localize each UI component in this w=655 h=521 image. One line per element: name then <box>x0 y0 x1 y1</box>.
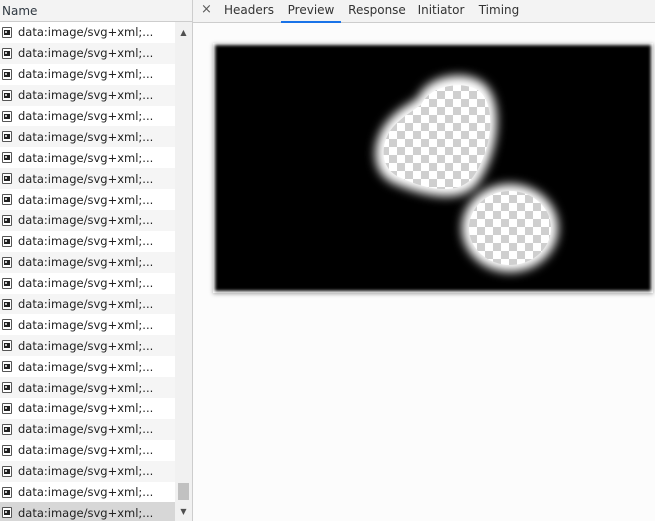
request-row-label: data:image/svg+xml;... <box>18 359 154 374</box>
request-row-label: data:image/svg+xml;... <box>18 276 154 291</box>
preview-area <box>193 23 655 521</box>
request-row[interactable]: data:image/svg+xml;... <box>0 231 175 252</box>
request-row-label: data:image/svg+xml;... <box>18 46 154 61</box>
request-row[interactable]: data:image/svg+xml;... <box>0 418 175 440</box>
image-file-icon <box>2 89 12 101</box>
request-row[interactable]: data:image/svg+xml;... <box>0 460 175 482</box>
request-row-label: data:image/svg+xml;... <box>18 297 154 312</box>
image-file-icon <box>2 26 12 38</box>
request-row[interactable]: data:image/svg+xml;... <box>0 293 175 315</box>
request-row[interactable]: data:image/svg+xml;... <box>0 251 175 273</box>
request-row-label: data:image/svg+xml;... <box>18 317 154 332</box>
request-row[interactable]: data:image/svg+xml;... <box>0 210 175 231</box>
request-row-label: data:image/svg+xml;... <box>18 401 154 416</box>
tab-response[interactable]: Response <box>345 0 409 23</box>
image-file-icon <box>2 256 12 268</box>
tab-preview[interactable]: Preview <box>281 0 341 23</box>
request-row-label: data:image/svg+xml;... <box>18 129 154 144</box>
request-row-label: data:image/svg+xml;... <box>18 88 154 103</box>
request-row[interactable]: data:image/svg+xml;... <box>0 314 175 335</box>
request-row[interactable]: data:image/svg+xml;... <box>0 356 175 377</box>
image-file-icon <box>2 382 12 394</box>
request-row[interactable]: data:image/svg+xml;... <box>0 147 175 168</box>
request-row[interactable]: data:image/svg+xml;... <box>0 189 175 210</box>
request-row-label: data:image/svg+xml;... <box>18 255 154 270</box>
request-row-label: data:image/svg+xml;... <box>18 464 154 479</box>
request-row-label: data:image/svg+xml;... <box>18 422 154 437</box>
image-file-icon <box>2 131 12 143</box>
image-file-icon <box>2 214 12 226</box>
image-file-icon <box>2 340 12 352</box>
name-column-header[interactable]: Name <box>0 0 192 22</box>
request-row-label: data:image/svg+xml;... <box>18 485 154 500</box>
image-file-icon <box>2 444 12 456</box>
image-file-icon <box>2 465 12 477</box>
image-file-icon <box>2 152 12 164</box>
request-row-label: data:image/svg+xml;... <box>18 109 154 123</box>
scroll-up-arrow-icon[interactable]: ▲ <box>175 26 192 40</box>
image-file-icon <box>2 47 12 59</box>
image-file-icon <box>2 423 12 435</box>
image-file-icon <box>2 68 12 80</box>
details-pane: × Headers Preview Response Initiator Tim… <box>193 0 655 521</box>
request-row[interactable]: data:image/svg+xml;... <box>0 168 175 190</box>
tab-initiator[interactable]: Initiator <box>415 0 467 23</box>
image-file-icon <box>2 173 12 185</box>
request-row[interactable]: data:image/svg+xml;... <box>0 398 175 419</box>
request-row[interactable]: data:image/svg+xml;... <box>0 106 175 127</box>
request-row-label: data:image/svg+xml;... <box>18 213 154 228</box>
image-preview <box>213 43 653 293</box>
request-row-label: data:image/svg+xml;... <box>18 338 154 353</box>
image-file-icon <box>2 298 12 310</box>
image-file-icon <box>2 402 12 414</box>
request-row[interactable]: data:image/svg+xml;... <box>0 64 175 85</box>
request-row-label: data:image/svg+xml;... <box>18 380 154 395</box>
request-row-label: data:image/svg+xml;... <box>18 443 154 458</box>
details-tabbar: × Headers Preview Response Initiator Tim… <box>193 0 655 23</box>
request-row-label: data:image/svg+xml;... <box>18 171 154 186</box>
request-row[interactable]: data:image/svg+xml;... <box>0 377 175 399</box>
request-row-label: data:image/svg+xml;... <box>18 192 154 207</box>
request-row[interactable]: data:image/svg+xml;... <box>0 482 175 503</box>
image-file-icon <box>2 486 12 498</box>
request-row[interactable]: data:image/svg+xml;... <box>0 42 175 64</box>
image-file-icon <box>2 319 12 331</box>
close-icon[interactable]: × <box>201 2 212 18</box>
scroll-down-arrow-icon[interactable]: ▼ <box>175 505 192 519</box>
image-file-icon <box>2 277 12 289</box>
tab-headers[interactable]: Headers <box>223 0 275 23</box>
image-preview-canvas <box>215 45 651 291</box>
request-row[interactable]: data:image/svg+xml;... <box>0 84 175 106</box>
image-file-icon <box>2 194 12 206</box>
request-row[interactable]: data:image/svg+xml;... <box>0 440 175 461</box>
request-row-label: data:image/svg+xml;... <box>18 150 154 165</box>
request-row-label: data:image/svg+xml;... <box>18 505 154 520</box>
request-row-label: data:image/svg+xml;... <box>18 234 154 249</box>
request-row[interactable]: data:image/svg+xml;... <box>0 335 175 357</box>
image-file-icon <box>2 235 12 247</box>
scroll-thumb[interactable] <box>178 483 189 500</box>
request-row[interactable]: data:image/svg+xml;... <box>0 126 175 148</box>
request-row[interactable]: data:image/svg+xml;... <box>0 502 175 521</box>
image-file-icon <box>2 110 12 122</box>
tab-timing[interactable]: Timing <box>476 0 522 23</box>
request-row[interactable]: data:image/svg+xml;... <box>0 273 175 294</box>
request-list-pane: Name data:image/svg+xml;... data:image/sv… <box>0 0 193 521</box>
image-file-icon <box>2 507 12 519</box>
request-list: data:image/svg+xml;... data:image/svg+xml… <box>0 22 175 521</box>
request-row-label: data:image/svg+xml;... <box>18 67 154 82</box>
image-file-icon <box>2 361 12 373</box>
lower-blob <box>469 191 551 265</box>
request-list-scrollbar[interactable]: ▲ ▼ <box>175 22 192 521</box>
request-row-label: data:image/svg+xml;... <box>18 25 154 40</box>
request-row[interactable]: data:image/svg+xml;... <box>0 22 175 43</box>
